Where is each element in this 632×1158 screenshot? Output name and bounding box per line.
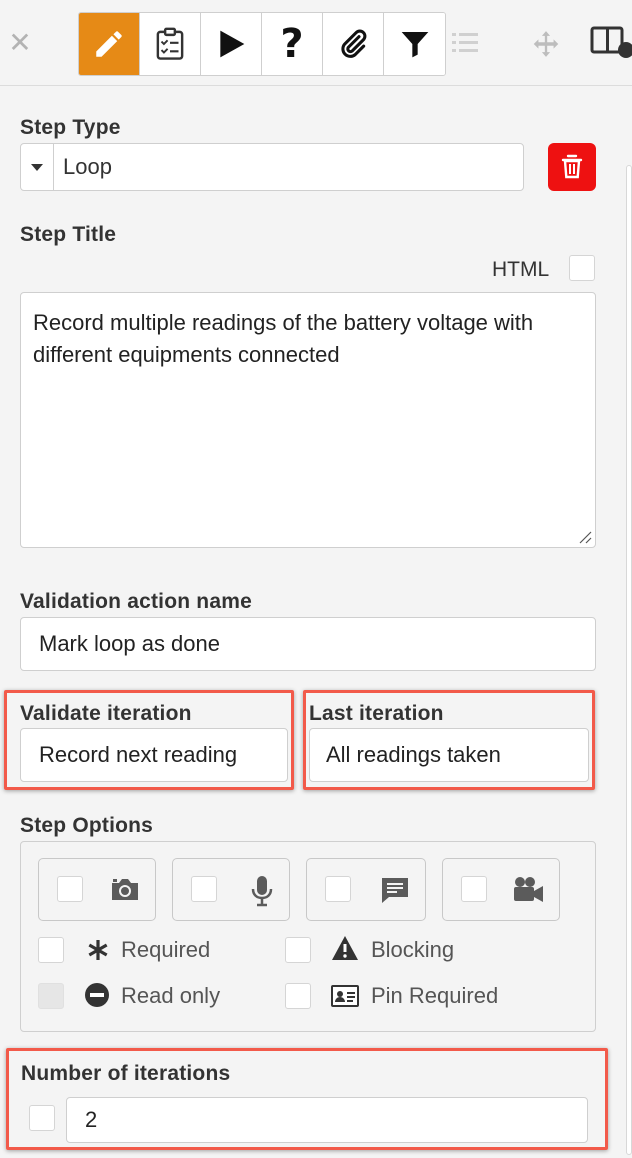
scrollbar-thumb[interactable] [626,165,632,1155]
blocking-checkbox[interactable] [285,937,311,963]
filter-button[interactable] [384,13,445,75]
camera-option-checkbox[interactable] [57,876,83,902]
checklist-button[interactable] [140,13,201,75]
layout-icon[interactable] [590,22,632,67]
close-icon[interactable]: ✕ [8,28,32,58]
last-iteration-input[interactable]: All readings taken [309,728,589,782]
list-icon[interactable] [450,30,480,61]
comment-option-button[interactable] [306,858,426,921]
audio-option-checkbox[interactable] [191,876,217,902]
read-only-checkbox[interactable] [38,983,64,1009]
toolbar-button-group: ? [78,12,446,76]
step-type-label: Step Type [20,116,121,139]
pin-required-checkbox[interactable] [285,983,311,1009]
step-title-text: Record multiple readings of the battery … [33,310,534,367]
validate-iteration-value: Record next reading [39,742,238,767]
step-type-value: Loop [63,154,112,179]
paperclip-icon [341,29,367,58]
video-camera-icon [514,877,543,902]
play-button[interactable] [201,13,262,75]
step-title-textarea[interactable]: Record multiple readings of the battery … [20,292,596,548]
camera-icon [112,879,138,900]
validate-iteration-label: Validate iteration [20,702,192,725]
comment-option-checkbox[interactable] [325,876,351,902]
attach-button[interactable] [323,13,384,75]
camera-option-button[interactable] [38,858,156,921]
audio-option-button[interactable] [172,858,290,921]
video-option-checkbox[interactable] [461,876,487,902]
warning-icon [332,936,358,960]
html-checkbox[interactable] [569,255,595,281]
required-checkbox[interactable] [38,937,64,963]
help-button[interactable]: ? [262,13,323,75]
clipboard-checklist-icon [156,27,184,60]
iterations-input[interactable]: 2 [66,1097,588,1143]
id-card-icon [331,985,359,1007]
delete-button[interactable] [548,143,596,191]
html-label: HTML [492,258,550,281]
validation-action-input[interactable]: Mark loop as done [20,617,596,671]
toolbar: ✕ ? [0,0,632,86]
step-title-label: Step Title [20,223,117,246]
pin-required-label: Pin Required [371,983,499,1008]
required-label: Required [121,937,211,962]
iterations-value: 2 [85,1107,98,1132]
video-option-button[interactable] [442,858,560,921]
filter-icon [401,32,428,58]
iterations-label: Number of iterations [21,1062,231,1085]
validation-action-value: Mark loop as done [39,631,220,656]
minus-circle-icon [85,983,109,1007]
play-icon [220,30,245,58]
last-iteration-value: All readings taken [326,742,501,767]
asterisk-icon [88,940,108,960]
comment-icon [382,878,408,903]
last-iteration-label: Last iteration [309,702,444,725]
chevron-down-icon[interactable] [21,144,54,190]
step-type-select[interactable]: Loop [20,143,524,191]
step-options-label: Step Options [20,814,154,837]
move-icon[interactable] [532,30,560,63]
pencil-icon [96,31,122,57]
microphone-icon [251,876,273,907]
read-only-label: Read only [121,983,221,1008]
validate-iteration-input[interactable]: Record next reading [20,728,288,782]
resize-handle-icon[interactable] [576,528,592,544]
question-icon: ? [280,21,304,67]
trash-icon [561,154,583,179]
iterations-checkbox[interactable] [29,1105,55,1131]
edit-button[interactable] [79,13,140,75]
blocking-label: Blocking [371,937,455,962]
validation-action-label: Validation action name [20,590,252,613]
